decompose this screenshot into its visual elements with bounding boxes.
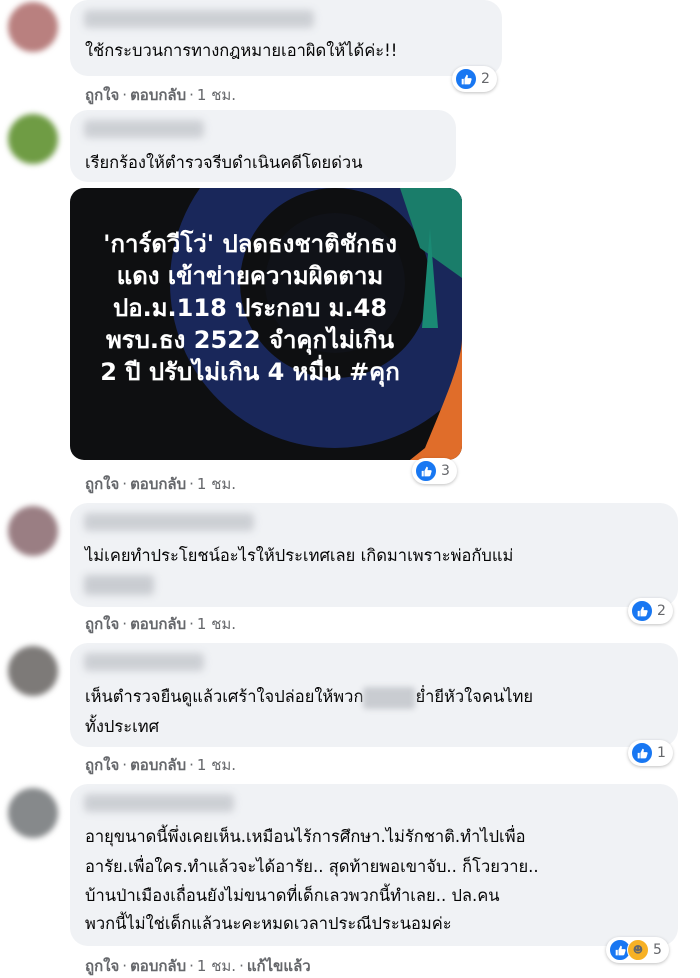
reply-link[interactable]: ตอบกลับ (130, 475, 186, 493)
redacted-word (363, 686, 416, 709)
reaction-count-badge[interactable]: 3 (412, 458, 457, 484)
commenter-avatar[interactable] (8, 2, 58, 52)
image-line: 'การ์ดวีโว่' ปลดธงชาติชักธง (103, 230, 397, 258)
separator-dot: · (189, 86, 194, 104)
reaction-count: 2 (657, 603, 666, 619)
comment-text: เรียกร้องให้ตำรวจรีบดำเนินคดีโดยด่วน (85, 153, 363, 172)
comment-actions: ถูกใจ · ตอบกลับ · 1 ชม. (85, 472, 236, 496)
comment-text: อายุขนาดนี้พึ่งเคยเห็น.เหมือนไร้การศึกษา… (85, 827, 526, 846)
attached-news-image[interactable]: 'การ์ดวีโว่' ปลดธงชาติชักธง แดง เข้าข่าย… (70, 188, 462, 460)
like-link[interactable]: ถูกใจ (85, 86, 119, 104)
reaction-count: 3 (441, 463, 450, 479)
reply-link[interactable]: ตอบกลับ (130, 615, 186, 633)
commenter-name-redacted[interactable] (84, 653, 204, 671)
commenter-name-redacted[interactable] (84, 513, 254, 531)
reaction-count-badge[interactable]: 2 (628, 598, 673, 624)
comment-actions: ถูกใจ · ตอบกลับ · 1 ชม. (85, 83, 236, 107)
edited-label[interactable]: แก้ไขแล้ว (247, 957, 311, 975)
image-line: ปอ.ม.118 ประกอบ ม.48 (112, 294, 388, 322)
separator-dot: · (122, 957, 128, 975)
commenter-avatar[interactable] (8, 114, 58, 164)
timestamp-link[interactable]: 1 ชม. (197, 957, 236, 975)
like-link[interactable]: ถูกใจ (85, 756, 119, 774)
redacted-text (84, 575, 154, 595)
comment-text: ทั้งประเทศ (85, 717, 160, 736)
separator-dot: · (189, 475, 194, 493)
commenter-avatar[interactable] (8, 506, 58, 556)
commenter-name-redacted[interactable] (84, 794, 234, 812)
commenter-avatar[interactable] (8, 788, 58, 838)
timestamp-link[interactable]: 1 ชม. (197, 756, 236, 774)
separator-dot: · (189, 957, 194, 975)
reply-link[interactable]: ตอบกลับ (130, 957, 186, 975)
reply-link[interactable]: ตอบกลับ (130, 86, 186, 104)
separator-dot: · (239, 957, 244, 975)
comment-text: อารัย.เพื่อใคร.ทำแล้วจะได้อารัย.. สุดท้า… (85, 857, 539, 876)
separator-dot: · (189, 615, 194, 633)
haha-icon: ☻ (627, 939, 649, 961)
separator-dot: · (122, 756, 128, 774)
reply-link[interactable]: ตอบกลับ (130, 756, 186, 774)
timestamp-link[interactable]: 1 ชม. (197, 86, 236, 104)
like-icon (455, 68, 477, 90)
reaction-count: 1 (657, 745, 666, 761)
commenter-name-redacted[interactable] (84, 120, 204, 138)
reaction-count: 2 (481, 71, 490, 87)
like-link[interactable]: ถูกใจ (85, 615, 119, 633)
image-line: แดง เข้าข่ายความผิดตาม (116, 262, 384, 290)
comment-text-part: เห็นตำรวจยืนดูแล้วเศร้าใจปล่อยให้พวก (85, 687, 364, 706)
reaction-count-badge[interactable]: 2 (452, 66, 497, 92)
separator-dot: · (122, 475, 128, 493)
comment-actions: ถูกใจ · ตอบกลับ · 1 ชม. (85, 612, 236, 636)
comment-text: พวกนี้ไม่ใช่เด็กแล้วนะคะหมดเวลาประณีประน… (85, 914, 452, 933)
commenter-avatar[interactable] (8, 646, 58, 696)
comment-text: ใช้กระบวนการทางกฎหมายเอาผิดให้ได้ค่ะ!! (85, 41, 398, 60)
comment-actions: ถูกใจ · ตอบกลับ · 1 ชม. (85, 753, 236, 777)
comment-text-part: ย่ำยีหัวใจคนไทย (415, 687, 534, 706)
timestamp-link[interactable]: 1 ชม. (197, 615, 236, 633)
like-icon (415, 460, 437, 482)
comment-text: ไม่เคยทำประโยชน์อะไรให้ประเทศเลย เกิดมาเ… (85, 546, 514, 565)
separator-dot: · (122, 615, 128, 633)
like-link[interactable]: ถูกใจ (85, 957, 119, 975)
separator-dot: · (122, 86, 128, 104)
comment-text: เห็นตำรวจยืนดูแล้วเศร้าใจปล่อยให้พวก ย่ำย… (85, 682, 533, 712)
like-link[interactable]: ถูกใจ (85, 475, 119, 493)
reaction-count-badge[interactable]: ☻ 5 (606, 937, 669, 963)
image-line: พรบ.ธง 2522 จำคุกไม่เกิน (105, 326, 395, 354)
image-caption: 'การ์ดวีโว่' ปลดธงชาติชักธง แดง เข้าข่าย… (70, 228, 430, 388)
comment-actions: ถูกใจ · ตอบกลับ · 1 ชม. · แก้ไขแล้ว (85, 954, 311, 978)
like-icon (631, 600, 653, 622)
image-line: 2 ปี ปรับไม่เกิน 4 หมื่น #คุก (100, 358, 400, 386)
timestamp-link[interactable]: 1 ชม. (197, 475, 236, 493)
reaction-count: 5 (653, 942, 662, 958)
like-icon (631, 742, 653, 764)
separator-dot: · (189, 756, 194, 774)
commenter-name-redacted[interactable] (84, 10, 314, 28)
comment-text: บ้านป่าเมืองเถื่อนยังไม่ขนาดที่เด็กเลวพว… (85, 886, 500, 905)
reaction-count-badge[interactable]: 1 (628, 740, 673, 766)
